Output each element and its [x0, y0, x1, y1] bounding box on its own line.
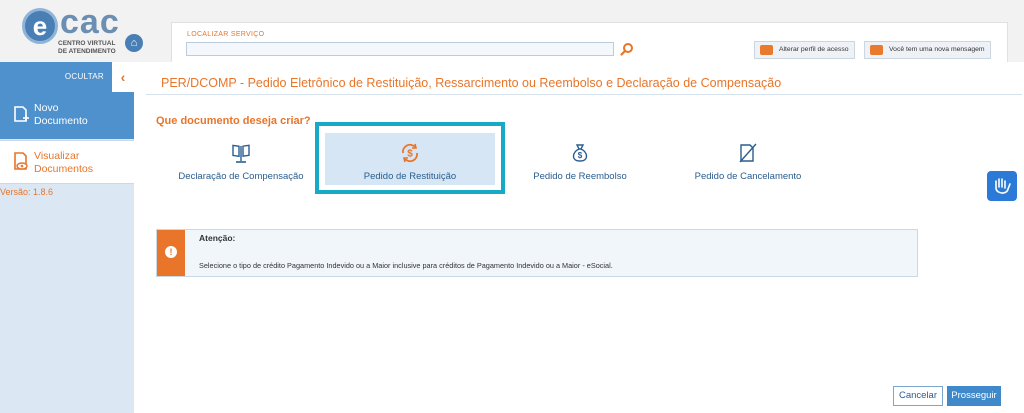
- alert-stripe: !: [157, 230, 185, 276]
- svg-text:$: $: [578, 151, 583, 160]
- logo-text: cac: [60, 3, 120, 41]
- cancel-document-icon: [739, 143, 757, 163]
- home-icon[interactable]: ⌂: [125, 34, 143, 52]
- refund-cycle-icon: $: [402, 143, 418, 163]
- option-pedido-restituicao[interactable]: $ Pedido de Restituição: [325, 134, 495, 190]
- option-pedido-reembolso[interactable]: $ Pedido de Reembolso: [515, 134, 645, 190]
- exclamation-icon: !: [165, 246, 177, 258]
- option-label: Pedido de Restituição: [363, 171, 457, 182]
- logo-subtitle: CENTRO VIRTUAL DE ATENDIMENTO: [58, 40, 116, 55]
- search-label: LOCALIZAR SERVIÇO: [187, 31, 265, 38]
- search-panel: LOCALIZAR SERVIÇO Alterar perfil de aces…: [171, 22, 1008, 62]
- money-bag-icon: $: [572, 144, 588, 162]
- header: e cac CENTRO VIRTUAL DE ATENDIMENTO ⌂ LO…: [0, 0, 1024, 62]
- alert-text: Selecione o tipo de crédito Pagamento In…: [199, 261, 613, 270]
- attention-alert: ! Atenção: Selecione o tipo de crédito P…: [156, 229, 918, 277]
- chevron-left-icon[interactable]: ‹: [112, 62, 134, 92]
- search-input[interactable]: [186, 42, 614, 56]
- page-title: PER/DCOMP - Pedido Eletrônico de Restitu…: [161, 76, 782, 90]
- envelope-icon: [870, 45, 883, 55]
- new-message-button[interactable]: Você tem uma nova mensagem: [864, 41, 991, 59]
- search-icon[interactable]: [620, 42, 634, 56]
- page-title-bar: PER/DCOMP - Pedido Eletrônico de Restitu…: [146, 73, 1022, 95]
- cancel-button[interactable]: Cancelar: [893, 386, 943, 406]
- scale-icon: [232, 144, 250, 163]
- option-declaracao-compensacao[interactable]: Declaração de Compensação: [176, 134, 306, 190]
- logo-e-mark: e: [22, 8, 58, 44]
- sidebar-item-label: Novo Documento: [34, 102, 88, 127]
- sidebar-item-label: Visualizar Documentos: [34, 150, 93, 175]
- sidebar-item-new-document[interactable]: Novo Documento: [0, 92, 134, 139]
- hide-sidebar-bar[interactable]: OCULTAR ‹: [0, 62, 134, 92]
- option-pedido-cancelamento[interactable]: Pedido de Cancelamento: [683, 134, 813, 190]
- ecac-logo[interactable]: e cac CENTRO VIRTUAL DE ATENDIMENTO: [18, 3, 120, 58]
- proceed-button[interactable]: Prosseguir: [947, 386, 1001, 406]
- svg-text:$: $: [407, 149, 413, 160]
- view-documents-icon: [14, 152, 28, 170]
- users-icon: [760, 45, 773, 55]
- sidebar: OCULTAR ‹ Novo Documento Visualizar Docu…: [0, 62, 134, 413]
- hide-sidebar-label: OCULTAR: [64, 72, 104, 81]
- change-profile-button[interactable]: Alterar perfil de acesso: [754, 41, 855, 59]
- sign-language-accessibility-button[interactable]: [987, 171, 1017, 201]
- sidebar-item-view-documents[interactable]: Visualizar Documentos: [0, 140, 134, 184]
- option-label: Pedido de Cancelamento: [694, 171, 802, 182]
- option-label: Pedido de Reembolso: [533, 171, 627, 182]
- hand-icon: [995, 178, 1011, 194]
- question-heading: Que documento deseja criar?: [156, 115, 311, 127]
- option-label: Declaração de Compensação: [178, 171, 304, 182]
- new-document-icon: [14, 106, 29, 122]
- version-label: Versão: 1.8.6: [0, 187, 54, 197]
- alert-title: Atenção:: [199, 233, 236, 243]
